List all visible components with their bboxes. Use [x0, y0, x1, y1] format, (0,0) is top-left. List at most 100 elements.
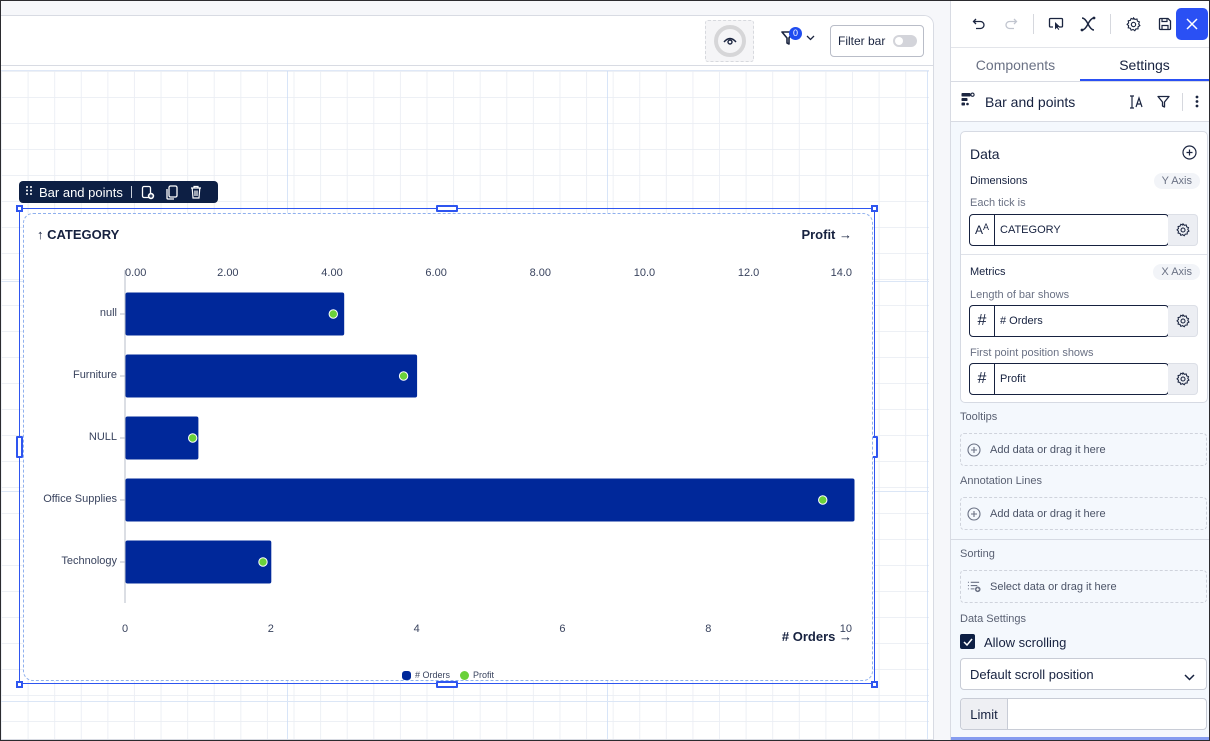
- variables-icon[interactable]: [1078, 14, 1098, 34]
- gear-icon: [1175, 314, 1190, 328]
- bottom-tick-label: 4: [413, 623, 420, 635]
- point-metric-value: Profit: [1000, 373, 1026, 385]
- point-position-label: First point position shows: [970, 347, 1094, 359]
- bar-orders-3: [125, 478, 855, 522]
- preview-button[interactable]: [705, 20, 754, 62]
- filter-bar-label: Filter bar: [838, 34, 886, 48]
- resize-handle-bottom-right[interactable]: [871, 681, 878, 688]
- panel-tabs: Components Settings: [951, 47, 1209, 82]
- resize-handle-bottom-left[interactable]: [16, 681, 23, 688]
- annotation-lines-label: Annotation Lines: [960, 475, 1042, 487]
- metrics-label: Metrics: [970, 266, 1006, 278]
- widget-name: Bar and points: [39, 184, 123, 200]
- sorting-label: Sorting: [960, 548, 995, 560]
- tab-settings[interactable]: Settings: [1080, 48, 1209, 81]
- text-type-icon: AA: [970, 215, 995, 245]
- x-axis-pill: X Axis: [1153, 264, 1200, 280]
- chevron-down-icon: [806, 35, 815, 41]
- plus-circle-icon: [1182, 145, 1197, 160]
- gear-icon: [1175, 372, 1190, 386]
- legend-item-orders[interactable]: # Orders: [401, 670, 450, 680]
- chevron-down-icon: [1184, 669, 1195, 684]
- legend-item-profit[interactable]: Profit: [460, 670, 494, 680]
- annotation-lines-dropzone[interactable]: Add data or drag it here: [960, 497, 1207, 530]
- filter-icon[interactable]: [1157, 95, 1170, 108]
- category-label: Office Supplies: [43, 493, 117, 505]
- tooltips-label: Tooltips: [960, 411, 998, 423]
- filter-indicator-button[interactable]: 0: [781, 27, 815, 46]
- dimension-settings-button[interactable]: [1168, 214, 1198, 246]
- check-icon: [962, 638, 973, 646]
- close-icon: [1186, 18, 1198, 30]
- divider: [961, 254, 1207, 255]
- resize-handle-top-left[interactable]: [16, 205, 23, 212]
- legend-swatch: [401, 670, 411, 680]
- redo-icon[interactable]: [1001, 14, 1021, 34]
- sorting-dropzone[interactable]: Select data or drag it here: [960, 570, 1207, 603]
- present-icon[interactable]: [1046, 14, 1066, 34]
- bar-and-points-icon: [961, 92, 975, 111]
- point-metric-field[interactable]: # Profit: [969, 363, 1169, 395]
- scroll-position-select[interactable]: Default scroll position: [960, 658, 1207, 690]
- limit-input[interactable]: [1008, 699, 1206, 729]
- resize-handle-bottom[interactable]: [436, 681, 458, 688]
- more-options-icon[interactable]: [1195, 95, 1199, 108]
- tooltips-dropzone[interactable]: Add data or drag it here: [960, 433, 1207, 466]
- bottom-tick-label: 0: [122, 623, 129, 635]
- point-metric-settings-button[interactable]: [1168, 363, 1198, 395]
- legend-label: Profit: [473, 670, 495, 680]
- component-header: Bar and points: [951, 82, 1209, 122]
- widget-toolbar: Bar and points: [19, 181, 218, 203]
- divider: [130, 186, 132, 198]
- tab-components[interactable]: Components: [951, 48, 1080, 81]
- bar-orders-0: [125, 292, 345, 336]
- text-format-icon[interactable]: [1129, 94, 1145, 109]
- bar-metric-field[interactable]: # # Orders: [969, 305, 1169, 337]
- y-axis-pill: Y Axis: [1153, 173, 1200, 189]
- point-profit-2: [187, 433, 198, 443]
- sort-add-icon: [967, 580, 981, 594]
- filter-icon: 0: [781, 27, 802, 46]
- category-label: null: [99, 307, 117, 319]
- data-section-title: Data: [970, 146, 1000, 162]
- duplicate-to-icon[interactable]: [140, 184, 156, 200]
- filter-count-badge: 0: [789, 27, 802, 40]
- scroll-indicator: [951, 737, 1209, 740]
- scroll-position-value: Default scroll position: [970, 666, 1094, 682]
- limit-label: Limit: [961, 699, 1008, 729]
- tooltips-placeholder: Add data or drag it here: [990, 443, 1106, 456]
- undo-icon[interactable]: [969, 14, 989, 34]
- limit-field: Limit: [960, 698, 1207, 730]
- dashboard-editor: 0 Filter bar Bar and points ↑ CATEGORY P…: [1, 15, 934, 740]
- bar-and-points-chart[interactable]: ↑ CATEGORY Profit → 0.00 2.00 4.00 6.00 8.00…: [23, 213, 873, 681]
- bottom-tick-label: 2: [267, 623, 274, 635]
- settings-icon[interactable]: [1123, 14, 1143, 34]
- drag-handle-icon[interactable]: [25, 185, 33, 199]
- editor-topbar: 0 Filter bar: [1, 16, 933, 66]
- plot-area: [120, 270, 855, 603]
- bar-metric-settings-button[interactable]: [1168, 305, 1198, 337]
- settings-panel: Components Settings Bar and points Data: [950, 1, 1209, 740]
- filter-bar-toggle[interactable]: Filter bar: [830, 25, 924, 57]
- toggle-switch[interactable]: [893, 35, 918, 47]
- point-profit-4: [258, 557, 268, 567]
- number-type-icon: #: [970, 306, 995, 336]
- legend-label: # Orders: [414, 670, 450, 680]
- dimension-field[interactable]: AA CATEGORY: [969, 214, 1169, 246]
- plus-circle-icon: [967, 442, 981, 457]
- resize-handle-top-right[interactable]: [871, 205, 878, 212]
- allow-scrolling-label: Allow scrolling: [984, 635, 1067, 650]
- close-button[interactable]: [1176, 8, 1208, 40]
- resize-handle-top[interactable]: [436, 205, 458, 212]
- each-tick-label: Each tick is: [970, 197, 1026, 209]
- category-label: Technology: [61, 555, 117, 567]
- copy-icon[interactable]: [164, 184, 180, 200]
- allow-scrolling-checkbox[interactable]: [960, 634, 975, 649]
- bottom-tick-label: 8: [705, 623, 712, 635]
- divider: [1033, 14, 1034, 34]
- bar-orders-4: [125, 540, 272, 584]
- trash-icon[interactable]: [188, 184, 204, 200]
- save-icon[interactable]: [1155, 14, 1175, 34]
- add-data-button[interactable]: [1182, 145, 1197, 165]
- bottom-tick-label: 6: [559, 623, 566, 635]
